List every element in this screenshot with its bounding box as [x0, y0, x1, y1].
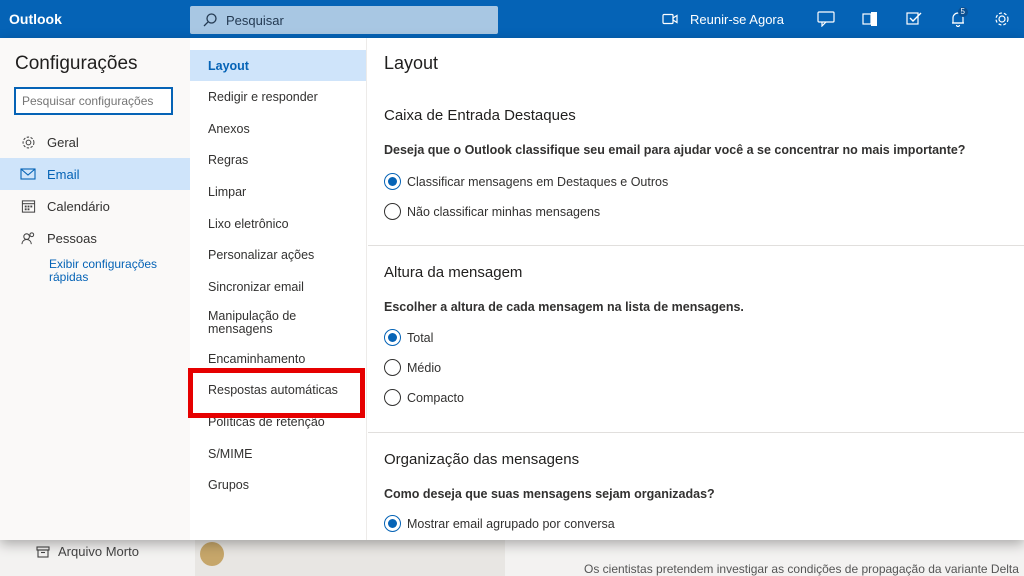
search-icon	[200, 10, 220, 30]
highlight-box	[188, 368, 365, 418]
top-actions: Reunir-se Agora 5	[662, 0, 1024, 38]
submenu-item-groups[interactable]: Grupos	[190, 470, 366, 502]
chat-icon[interactable]	[804, 0, 848, 38]
meet-now-button[interactable]: Reunir-se Agora	[662, 12, 784, 27]
notification-badge: 5	[957, 7, 968, 17]
layout-settings-panel: Layout Caixa de Entrada Destaques Deseja…	[368, 38, 1024, 540]
radio-conversation-view[interactable]: Mostrar email agrupado por conversa	[384, 515, 615, 532]
message-height-question: Escolher a altura de cada mensagem na li…	[384, 300, 744, 314]
section-divider	[368, 432, 1024, 433]
tasks-icon[interactable]	[892, 0, 936, 38]
submenu-item-sync[interactable]: Sincronizar email	[190, 271, 366, 303]
submenu-item-compose[interactable]: Redigir e responder	[190, 81, 366, 113]
background-mail-area: Arquivo Morto Os cientistas pretendem in…	[0, 540, 1024, 576]
radio-label: Total	[407, 330, 434, 345]
radio-height-full[interactable]: Total	[384, 329, 433, 346]
settings-dialog: Configurações Geral Email Calendário	[0, 38, 1024, 540]
archive-icon	[36, 545, 50, 558]
panel-title: Layout	[384, 53, 439, 73]
submenu-item-attachments[interactable]: Anexos	[190, 113, 366, 145]
app-brand[interactable]: Outlook	[0, 11, 190, 27]
settings-nav-email[interactable]: Email	[0, 158, 190, 190]
settings-nav-label: Calendário	[47, 198, 110, 214]
quick-settings-link[interactable]: Exibir configurações rápidas	[49, 258, 179, 284]
section-divider	[368, 245, 1024, 246]
radio-label: Mostrar email agrupado por conversa	[407, 516, 615, 531]
preview-text: Os cientistas pretendem investigar as co…	[584, 562, 1019, 576]
radio-label: Classificar mensagens em Destaques e Out…	[407, 174, 669, 189]
settings-title: Configurações	[15, 53, 138, 74]
submenu-item-customize-actions[interactable]: Personalizar ações	[190, 239, 366, 271]
settings-nav: Geral Email Calendário Pessoas	[0, 126, 190, 254]
settings-categories: Configurações Geral Email Calendário	[0, 38, 190, 540]
settings-search-input[interactable]	[14, 87, 173, 115]
radio-circle[interactable]	[384, 203, 401, 220]
search-placeholder: Pesquisar	[226, 12, 284, 28]
submenu-item-smime[interactable]: S/MIME	[190, 438, 366, 470]
notification-bell-icon[interactable]: 5	[936, 0, 980, 38]
submenu-item-rules[interactable]: Regras	[190, 144, 366, 176]
radio-focused-no-sort[interactable]: Não classificar minhas mensagens	[384, 203, 600, 220]
people-icon	[19, 229, 37, 247]
folder-archive[interactable]: Arquivo Morto	[36, 544, 139, 559]
radio-height-compact[interactable]: Compacto	[384, 389, 464, 406]
settings-nav-calendar[interactable]: Calendário	[0, 190, 190, 222]
submenu-list: Layout Redigir e responder Anexos Regras…	[190, 50, 366, 501]
top-bar: Outlook Pesquisar Reunir-se Agora 5	[0, 0, 1024, 38]
radio-circle[interactable]	[384, 389, 401, 406]
submenu-item-sweep[interactable]: Limpar	[190, 176, 366, 208]
radio-circle[interactable]	[384, 359, 401, 376]
avatar	[200, 542, 224, 566]
radio-height-medium[interactable]: Médio	[384, 359, 441, 376]
radio-label: Compacto	[407, 390, 464, 405]
office-app-icon[interactable]	[848, 0, 892, 38]
gear-icon	[19, 133, 37, 151]
search-box[interactable]: Pesquisar	[190, 6, 498, 34]
radio-circle-checked[interactable]	[384, 173, 401, 190]
submenu-item-layout[interactable]: Layout	[190, 50, 366, 81]
meet-now-label: Reunir-se Agora	[690, 11, 784, 27]
archive-label: Arquivo Morto	[58, 544, 139, 559]
radio-label: Médio	[407, 360, 442, 375]
submenu-item-junk[interactable]: Lixo eletrônico	[190, 208, 366, 240]
message-preview-strip[interactable]	[195, 540, 505, 576]
settings-nav-people[interactable]: Pessoas	[0, 222, 190, 254]
calendar-icon	[19, 197, 37, 215]
video-icon	[662, 13, 678, 25]
mail-icon	[19, 165, 37, 183]
settings-gear-icon[interactable]	[980, 0, 1024, 38]
settings-nav-label: Geral	[47, 134, 79, 150]
email-settings-submenu: Layout Redigir e responder Anexos Regras…	[190, 38, 367, 540]
settings-nav-label: Pessoas	[47, 230, 97, 246]
focused-inbox-title: Caixa de Entrada Destaques	[384, 107, 576, 124]
settings-nav-general[interactable]: Geral	[0, 126, 190, 158]
radio-circle-checked[interactable]	[384, 329, 401, 346]
radio-label: Não classificar minhas mensagens	[407, 204, 601, 219]
radio-circle-checked[interactable]	[384, 515, 401, 532]
message-height-title: Altura da mensagem	[384, 264, 523, 281]
message-organization-question: Como deseja que suas mensagens sejam org…	[384, 487, 715, 501]
settings-nav-label: Email	[47, 166, 80, 182]
message-organization-title: Organização das mensagens	[384, 451, 580, 468]
radio-focused-sort[interactable]: Classificar mensagens em Destaques e Out…	[384, 173, 668, 190]
focused-inbox-question: Deseja que o Outlook classifique seu ema…	[384, 143, 966, 157]
submenu-item-message-handling[interactable]: Manipulação de mensagens	[190, 303, 310, 343]
